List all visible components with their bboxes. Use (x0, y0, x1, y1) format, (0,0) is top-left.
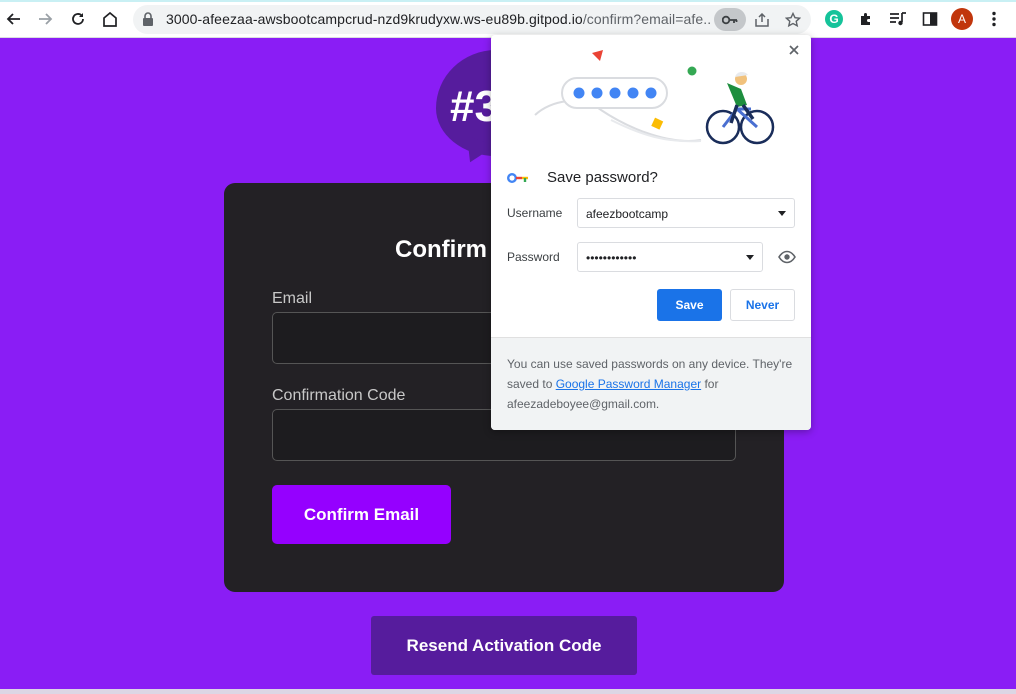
key-icon (722, 15, 738, 24)
bottom-strip (0, 689, 1016, 694)
password-label: Password (507, 250, 560, 264)
home-button[interactable] (98, 7, 122, 31)
avatar: A (951, 8, 973, 30)
back-button[interactable] (2, 7, 26, 31)
save-password-dialog: Save password? Username afeezbootcamp Pa… (491, 35, 811, 430)
forward-button[interactable] (33, 7, 57, 31)
save-button[interactable]: Save (657, 289, 722, 321)
eye-icon[interactable] (777, 250, 797, 264)
password-illustration (534, 50, 775, 145)
dialog-title: Save password? (547, 169, 658, 186)
tab-strip-edge (0, 0, 1016, 2)
grammarly-icon: G (825, 10, 843, 28)
page-title: Confirm (395, 236, 487, 263)
google-key-icon (507, 172, 528, 183)
close-button[interactable] (785, 41, 803, 59)
never-button[interactable]: Never (730, 289, 795, 321)
password-value: •••••••••••• (586, 251, 637, 265)
forward-arrow-icon (39, 13, 53, 25)
url-text[interactable]: 3000-afeezaa-awsbootcampcrud-nzd9krudyxw… (166, 11, 711, 27)
side-panel-icon (922, 12, 938, 26)
resend-activation-code-button[interactable]: Resend Activation Code (371, 616, 637, 675)
extensions-button[interactable] (855, 8, 877, 30)
username-dropdown[interactable]: afeezbootcamp (577, 198, 795, 228)
share-button[interactable] (751, 9, 773, 31)
google-password-manager-link[interactable]: Google Password Manager (556, 377, 701, 391)
browser-menu-button[interactable] (983, 8, 1005, 30)
confirmation-code-label: Confirmation Code (272, 387, 406, 404)
share-icon (755, 13, 769, 27)
url-host: 3000-afeezaa-awsbootcampcrud-nzd9krudyxw… (166, 11, 583, 27)
dialog-footer: You can use saved passwords on any devic… (491, 337, 811, 430)
reload-icon (72, 13, 84, 25)
address-bar[interactable]: 3000-afeezaa-awsbootcampcrud-nzd9krudyxw… (133, 5, 811, 34)
kebab-menu-icon (992, 11, 996, 27)
back-arrow-icon (6, 13, 20, 25)
home-icon (103, 11, 117, 27)
dialog-header: Save password? (507, 169, 658, 186)
reload-button[interactable] (66, 7, 90, 31)
confirm-email-button[interactable]: Confirm Email (272, 485, 451, 544)
username-value: afeezbootcamp (586, 207, 669, 221)
password-dropdown[interactable]: •••••••••••• (577, 242, 763, 272)
url-path: /confirm?email=afe... (582, 11, 711, 27)
playlist-icon (890, 12, 906, 26)
star-icon (785, 12, 801, 28)
profile-button[interactable]: A (951, 8, 973, 30)
side-panel-button[interactable] (919, 8, 941, 30)
chevron-down-icon (778, 211, 786, 216)
footer-text: You can use saved passwords on any devic… (507, 354, 797, 414)
lock-icon[interactable] (142, 12, 154, 26)
password-key-button[interactable] (714, 8, 746, 31)
media-control-button[interactable] (887, 8, 909, 30)
username-label: Username (507, 206, 563, 220)
browser-toolbar: 3000-afeezaa-awsbootcampcrud-nzd9krudyxw… (0, 0, 1016, 38)
bookmark-star-button[interactable] (782, 9, 804, 31)
chevron-down-icon (746, 255, 754, 260)
grammarly-extension[interactable]: G (823, 8, 845, 30)
close-icon (789, 45, 799, 55)
puzzle-icon (861, 13, 870, 25)
email-label: Email (272, 290, 313, 307)
